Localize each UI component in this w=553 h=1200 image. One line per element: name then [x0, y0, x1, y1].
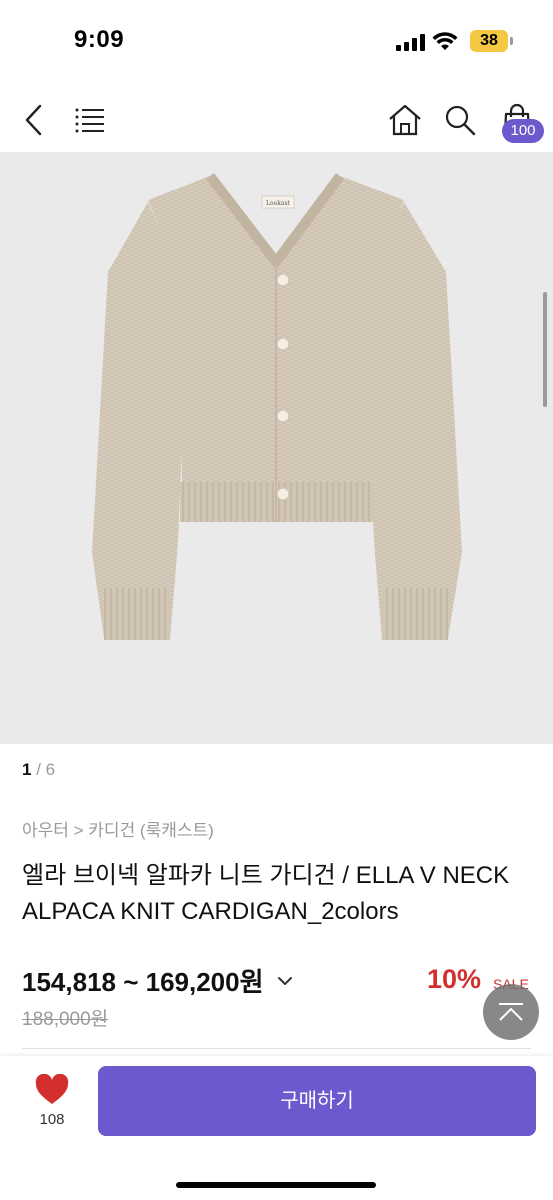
menu-lines-icon	[75, 108, 104, 133]
home-icon	[389, 104, 421, 136]
original-price: 188,000원	[22, 1009, 109, 1030]
search-icon	[445, 105, 476, 136]
home-indicator	[176, 1182, 376, 1188]
battery-icon: 38	[470, 30, 508, 52]
nav-bar	[0, 90, 553, 152]
brand-label: Lookast	[266, 200, 291, 207]
search-button[interactable]	[438, 98, 482, 142]
buy-button[interactable]: 구매하기	[98, 1066, 536, 1136]
status-bar: 9:09 38	[0, 0, 553, 80]
price-range: 154,818 ~ 169,200원	[22, 967, 264, 997]
wifi-icon	[432, 32, 458, 50]
divider	[22, 1048, 531, 1049]
battery-nub	[510, 37, 513, 45]
scroll-indicator[interactable]	[543, 292, 547, 407]
product-image: Lookast	[92, 172, 462, 640]
menu-button[interactable]	[68, 98, 112, 142]
status-time: 9:09	[74, 26, 125, 53]
product-title: 엘라 브이넥 알파카 니트 가디건 / ELLA V NECK ALPACA K…	[22, 862, 510, 925]
product-image-carousel[interactable]: Lookast	[0, 152, 553, 744]
heart-icon	[35, 1073, 69, 1104]
back-button[interactable]	[12, 98, 56, 142]
chevron-down-icon	[277, 976, 292, 985]
scroll-top-button[interactable]	[483, 984, 539, 1040]
cellular-signal-icon	[396, 33, 426, 51]
like-button[interactable]	[30, 1073, 74, 1111]
pager-total: 6	[45, 760, 56, 779]
cart-count-badge: 100	[502, 119, 544, 143]
price-range-selector[interactable]: 154,818 ~ 169,200원	[22, 962, 296, 999]
arrow-up-icon	[499, 1003, 523, 1021]
chevron-left-icon	[25, 104, 42, 136]
like-count: 108	[39, 1111, 65, 1128]
pager-separator: /	[31, 760, 46, 779]
home-button[interactable]	[383, 98, 427, 142]
discount-rate: 10%	[427, 964, 482, 994]
breadcrumb[interactable]: 아우터 > 카디건 (룩캐스트)	[22, 816, 214, 841]
image-pager: 1 / 6	[22, 760, 55, 780]
